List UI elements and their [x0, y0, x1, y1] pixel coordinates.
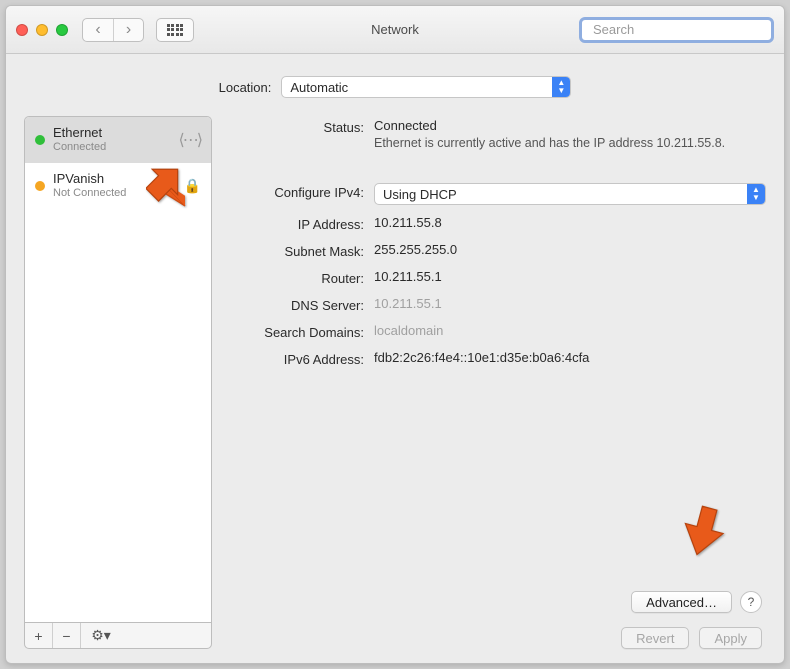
configure-label: Configure IPv4:	[226, 183, 364, 200]
service-list: Ethernet Connected ⟨⋯⟩ IPVanish Not Conn…	[24, 116, 212, 623]
search-domains-row: Search Domains: localdomain	[226, 323, 766, 340]
ip-row: IP Address: 10.211.55.8	[226, 215, 766, 232]
mask-value: 255.255.255.0	[374, 242, 766, 257]
service-name: IPVanish	[53, 171, 126, 186]
mask-row: Subnet Mask: 255.255.255.0	[226, 242, 766, 259]
service-status: Not Connected	[53, 186, 126, 201]
remove-service-button[interactable]: −	[53, 623, 81, 648]
show-all-button[interactable]	[156, 18, 194, 42]
service-text: IPVanish Not Connected	[53, 171, 126, 201]
ipv6-row: IPv6 Address: fdb2:2c26:f4e4::10e1:d35e:…	[226, 350, 766, 367]
toolbar: ‹ › Network	[6, 6, 784, 54]
location-value: Automatic	[290, 80, 348, 95]
ipv6-label: IPv6 Address:	[226, 350, 364, 367]
ipv6-value: fdb2:2c26:f4e4::10e1:d35e:b0a6:4cfa	[374, 350, 766, 365]
advanced-button[interactable]: Advanced…	[631, 591, 732, 613]
detail-rows: Status: Connected Ethernet is currently …	[226, 116, 766, 367]
window-title: Network	[371, 22, 419, 37]
service-name: Ethernet	[53, 125, 106, 140]
apply-label: Apply	[714, 631, 747, 646]
close-icon[interactable]	[16, 24, 28, 36]
window-footer: Revert Apply	[226, 613, 766, 649]
apply-button[interactable]: Apply	[699, 627, 762, 649]
revert-label: Revert	[636, 631, 674, 646]
detail-footer: Advanced… ?	[226, 581, 766, 613]
dns-label: DNS Server:	[226, 296, 364, 313]
search-domains-value: localdomain	[374, 323, 766, 338]
service-status: Connected	[53, 140, 106, 155]
forward-button[interactable]: ›	[113, 19, 143, 41]
service-actions-button[interactable]: ⚙︎▾	[81, 623, 121, 648]
router-row: Router: 10.211.55.1	[226, 269, 766, 286]
popup-stepper-icon	[552, 77, 570, 97]
status-description: Ethernet is currently active and has the…	[374, 135, 766, 151]
dns-value: 10.211.55.1	[374, 296, 766, 311]
traffic-lights	[16, 24, 68, 36]
help-icon: ?	[748, 595, 755, 609]
dns-row: DNS Server: 10.211.55.1	[226, 296, 766, 313]
popup-stepper-icon	[747, 184, 765, 204]
lock-icon: 🔒	[184, 178, 201, 195]
location-row: Location: Automatic	[24, 76, 766, 98]
status-row: Status: Connected Ethernet is currently …	[226, 118, 766, 151]
service-item-ipvanish[interactable]: IPVanish Not Connected 🔒	[25, 163, 211, 209]
chevron-left-icon: ‹	[95, 21, 100, 39]
configure-value: Using DHCP	[383, 187, 457, 202]
back-button[interactable]: ‹	[83, 19, 113, 41]
status-value: Connected	[374, 118, 766, 133]
mask-label: Subnet Mask:	[226, 242, 364, 259]
status-dot-icon	[35, 135, 45, 145]
detail-pane: Status: Connected Ethernet is currently …	[226, 116, 766, 649]
chevron-right-icon: ›	[126, 21, 131, 39]
sidebar-footer: + − ⚙︎▾	[24, 623, 212, 649]
service-sidebar: Ethernet Connected ⟨⋯⟩ IPVanish Not Conn…	[24, 116, 212, 649]
gear-icon: ⚙︎▾	[91, 627, 111, 644]
advanced-label: Advanced…	[646, 595, 717, 610]
configure-row: Configure IPv4: Using DHCP	[226, 183, 766, 205]
main-row: Ethernet Connected ⟨⋯⟩ IPVanish Not Conn…	[24, 116, 766, 649]
zoom-icon[interactable]	[56, 24, 68, 36]
service-text: Ethernet Connected	[53, 125, 106, 155]
network-prefs-window: ‹ › Network Location: Automatic	[5, 5, 785, 664]
plus-icon: +	[34, 628, 42, 644]
configure-ipv4-popup[interactable]: Using DHCP	[374, 183, 766, 205]
revert-button[interactable]: Revert	[621, 627, 689, 649]
ethernet-icon: ⟨⋯⟩	[179, 130, 201, 150]
configure-value-wrap: Using DHCP	[374, 183, 766, 205]
service-item-ethernet[interactable]: Ethernet Connected ⟨⋯⟩	[25, 117, 211, 163]
search-input[interactable]	[593, 22, 769, 37]
search-field[interactable]	[579, 17, 774, 43]
minimize-icon[interactable]	[36, 24, 48, 36]
location-popup[interactable]: Automatic	[281, 76, 571, 98]
ip-label: IP Address:	[226, 215, 364, 232]
status-label: Status:	[226, 118, 364, 135]
status-value-block: Connected Ethernet is currently active a…	[374, 118, 766, 151]
nav-segment: ‹ ›	[82, 18, 144, 42]
help-button[interactable]: ?	[740, 591, 762, 613]
location-label: Location:	[219, 80, 272, 95]
grid-icon	[167, 24, 184, 36]
router-value: 10.211.55.1	[374, 269, 766, 284]
search-domains-label: Search Domains:	[226, 323, 364, 340]
minus-icon: −	[62, 628, 70, 644]
content-area: Location: Automatic Ethernet Connected ⟨…	[6, 54, 784, 663]
status-dot-icon	[35, 181, 45, 191]
router-label: Router:	[226, 269, 364, 286]
add-service-button[interactable]: +	[25, 623, 53, 648]
ip-value: 10.211.55.8	[374, 215, 766, 230]
